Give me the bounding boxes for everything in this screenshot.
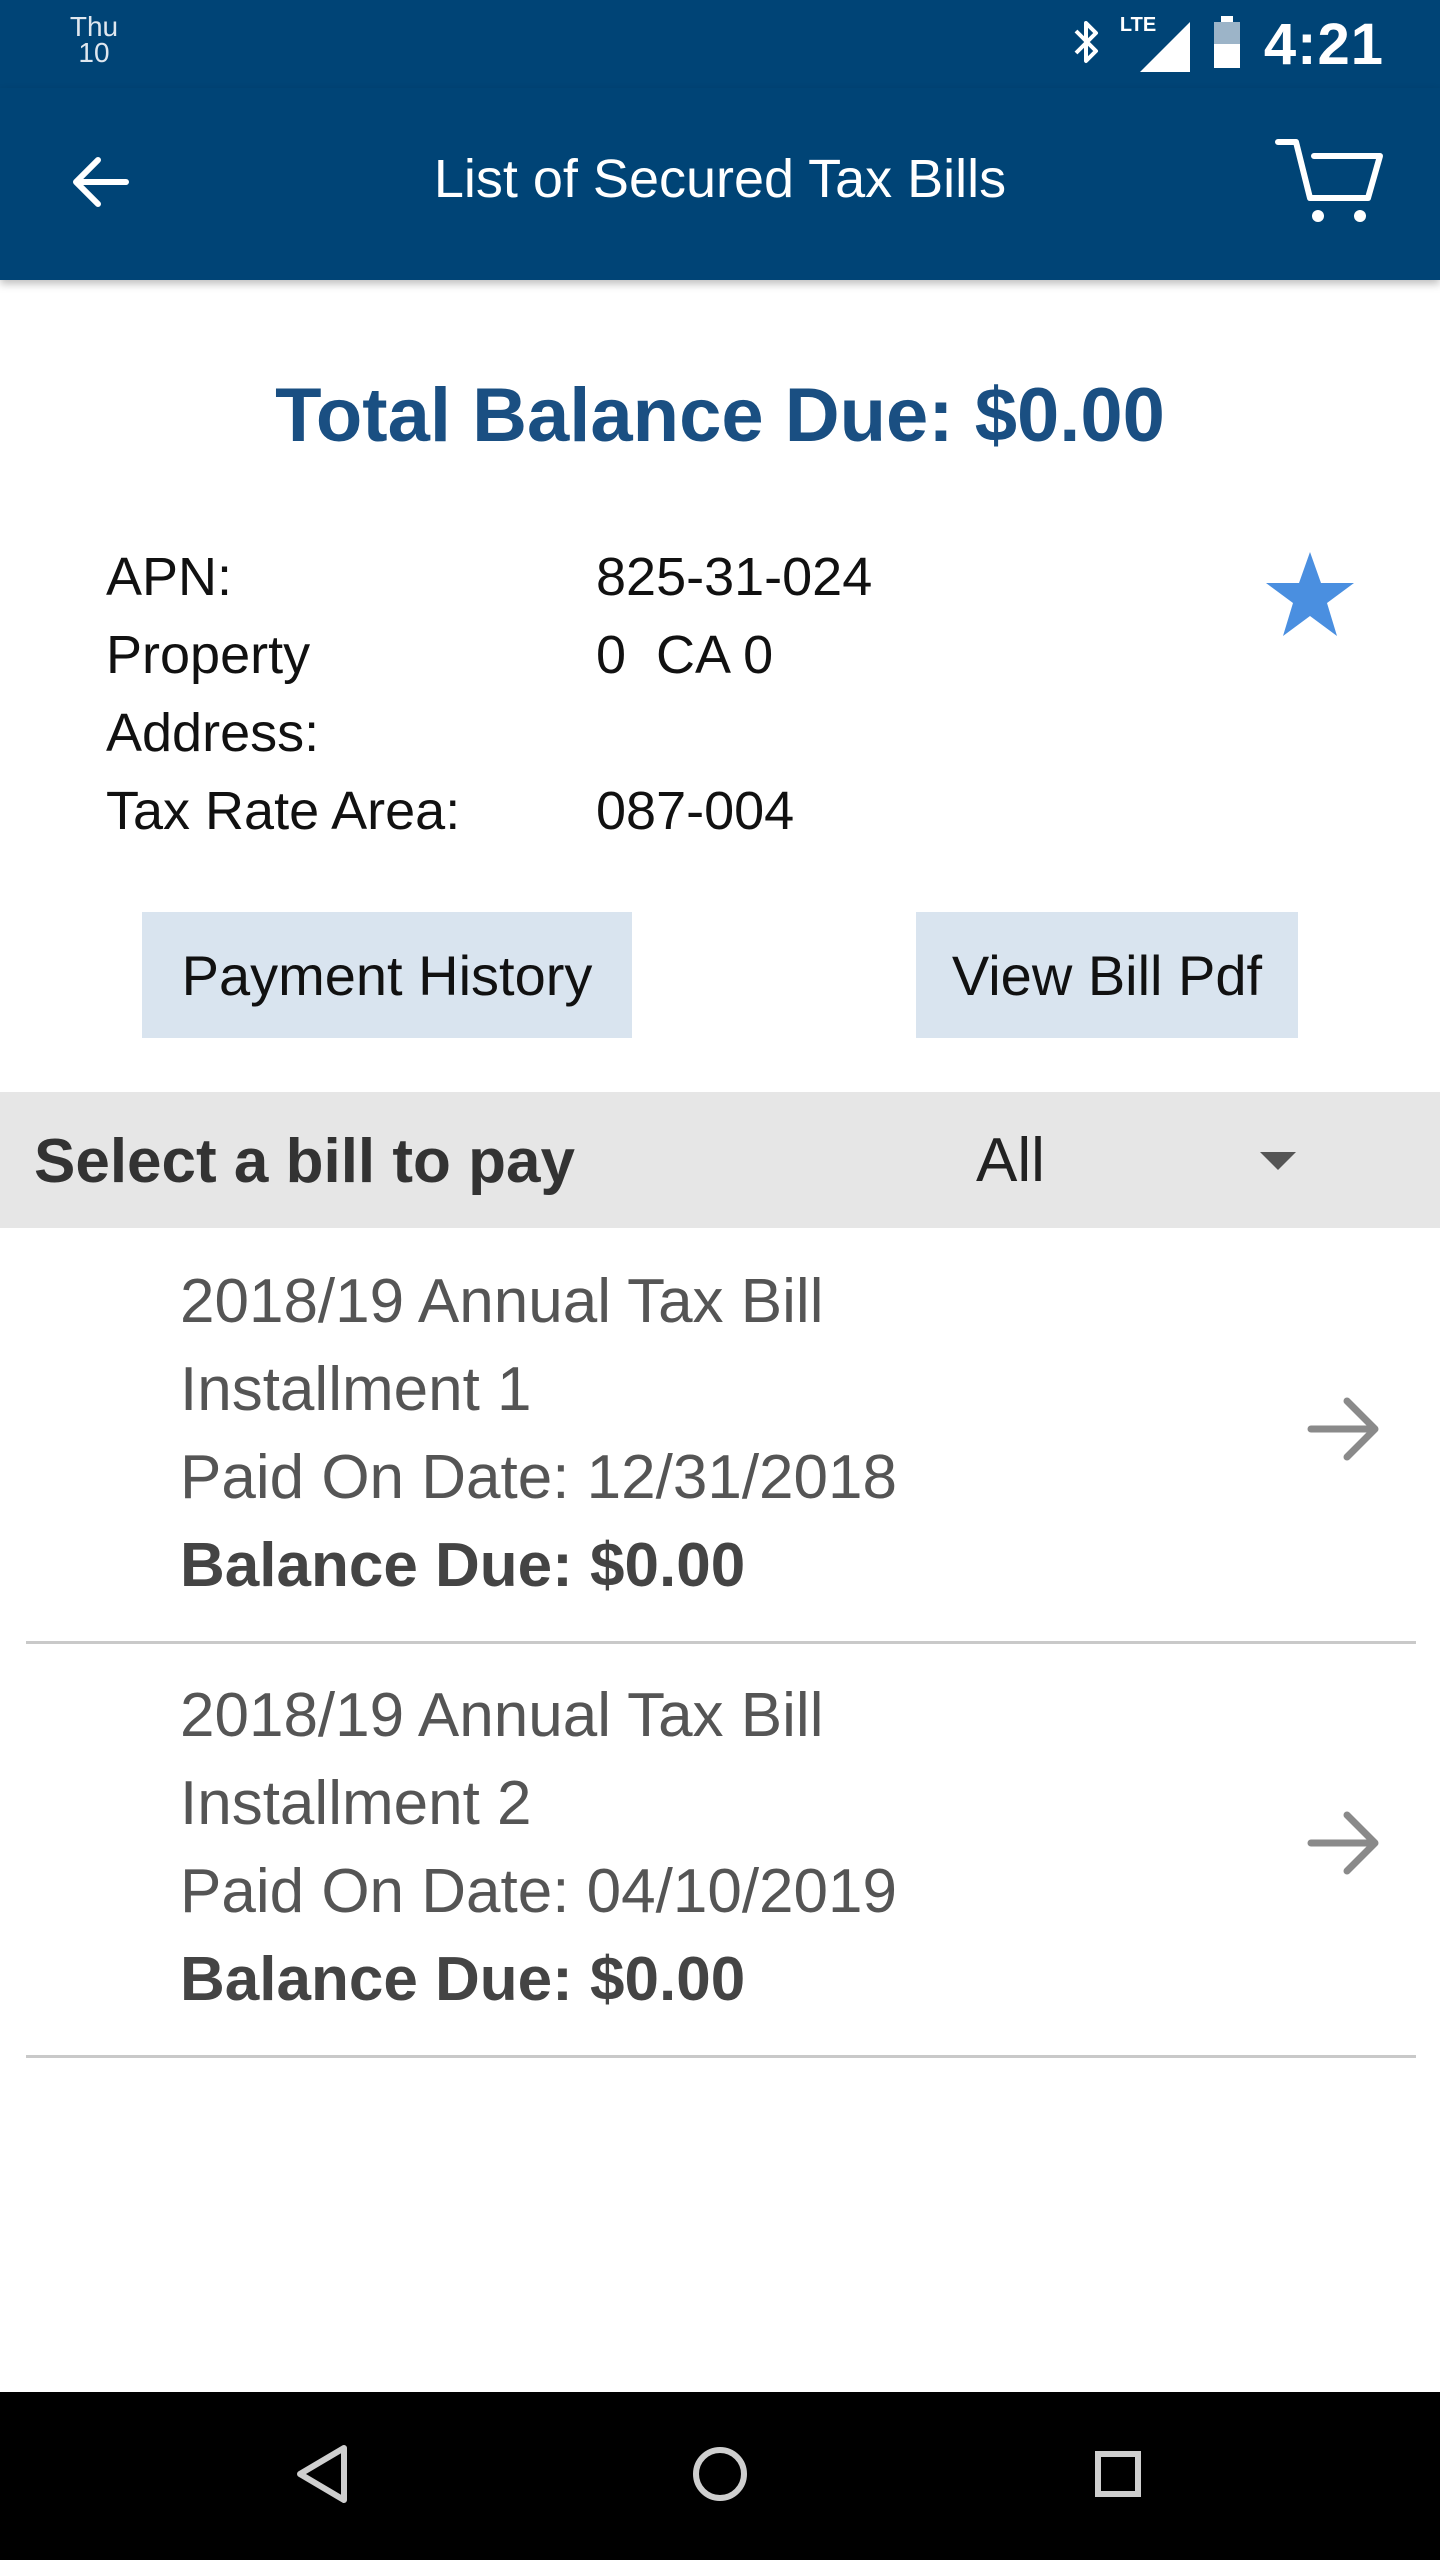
bill-paid-date: Paid On Date: 12/31/2018 [180, 1443, 897, 1512]
address-label-line2: Address: [106, 703, 320, 763]
total-balance: Total Balance Due: $0.00 [275, 373, 1165, 458]
bill-details: 2018/19 Annual Tax Bill Installment 1 Pa… [180, 1258, 897, 1610]
filter-label: Select a bill to pay [34, 1127, 575, 1196]
bill-filter-dropdown[interactable]: All [960, 1112, 1320, 1208]
bill-open-button[interactable] [1300, 1386, 1390, 1476]
battery-icon [1212, 14, 1242, 75]
nav-home-button[interactable] [680, 2436, 760, 2516]
dropdown-arrow-icon [1260, 1152, 1296, 1170]
apn-row: APN: 825-31-024 [106, 538, 1206, 616]
status-bar: Thu 10 LTE 4:21 [0, 0, 1440, 88]
square-recent-icon [1088, 2444, 1148, 2509]
bill-balance: Balance Due: $0.00 [180, 1531, 746, 1600]
address-value: 0 CA 0 [596, 625, 774, 685]
bill-open-button[interactable] [1300, 1800, 1390, 1890]
favorite-button[interactable] [1262, 548, 1358, 644]
status-date: Thu 10 [64, 13, 124, 68]
nav-back-button[interactable] [282, 2436, 362, 2516]
address-label: Property Address: [106, 616, 596, 772]
signal-icon: LTE [1120, 14, 1190, 72]
triangle-back-icon [292, 2442, 352, 2511]
network-type: LTE [1119, 14, 1157, 36]
page-title: List of Secured Tax Bills [433, 149, 1007, 209]
bill-title: 2018/19 Annual Tax Bill [180, 1267, 824, 1336]
tax-rate-row: Tax Rate Area: 087-004 [106, 772, 1206, 850]
tax-rate-label: Tax Rate Area: [106, 781, 461, 841]
bill-installment: Installment 2 [180, 1769, 532, 1838]
app-bar: List of Secured Tax Bills [0, 88, 1440, 280]
bill-filter-bar: Select a bill to pay All [0, 1092, 1440, 1228]
cart-icon [1274, 136, 1386, 229]
circle-home-icon [688, 2442, 752, 2511]
payment-history-button[interactable]: Payment History [142, 912, 632, 1038]
cart-button[interactable] [1270, 132, 1390, 232]
system-nav-bar [0, 2392, 1440, 2560]
address-row: Property Address: 0 CA 0 [106, 616, 1206, 772]
status-time: 4:21 [1263, 11, 1384, 77]
star-icon [1264, 550, 1356, 643]
status-icons: LTE 4:21 [1072, 11, 1384, 77]
view-bill-pdf-button[interactable]: View Bill Pdf [916, 912, 1298, 1038]
apn-value: 825-31-024 [596, 547, 873, 607]
arrow-right-icon [1307, 1808, 1383, 1883]
nav-recent-apps-button[interactable] [1078, 2436, 1158, 2516]
tax-rate-value: 087-004 [596, 781, 795, 841]
bill-title: 2018/19 Annual Tax Bill [180, 1681, 824, 1750]
bill-list-item[interactable]: 2018/19 Annual Tax Bill Installment 2 Pa… [26, 1644, 1416, 2058]
filter-selected-value: All [976, 1125, 1045, 1195]
status-day-number: 10 [78, 37, 110, 68]
bill-installment: Installment 1 [180, 1355, 532, 1424]
address-label-line1: Property [106, 625, 311, 685]
bill-details: 2018/19 Annual Tax Bill Installment 2 Pa… [180, 1672, 897, 2024]
bill-paid-date: Paid On Date: 04/10/2019 [180, 1857, 897, 1926]
bill-list-item[interactable]: 2018/19 Annual Tax Bill Installment 1 Pa… [26, 1230, 1416, 1644]
apn-label: APN: [106, 547, 233, 607]
arrow-right-icon [1307, 1394, 1383, 1469]
bill-balance: Balance Due: $0.00 [180, 1945, 746, 2014]
property-info: APN: 825-31-024 Property Address: 0 CA 0… [106, 538, 1206, 850]
bluetooth-icon [1072, 17, 1102, 72]
